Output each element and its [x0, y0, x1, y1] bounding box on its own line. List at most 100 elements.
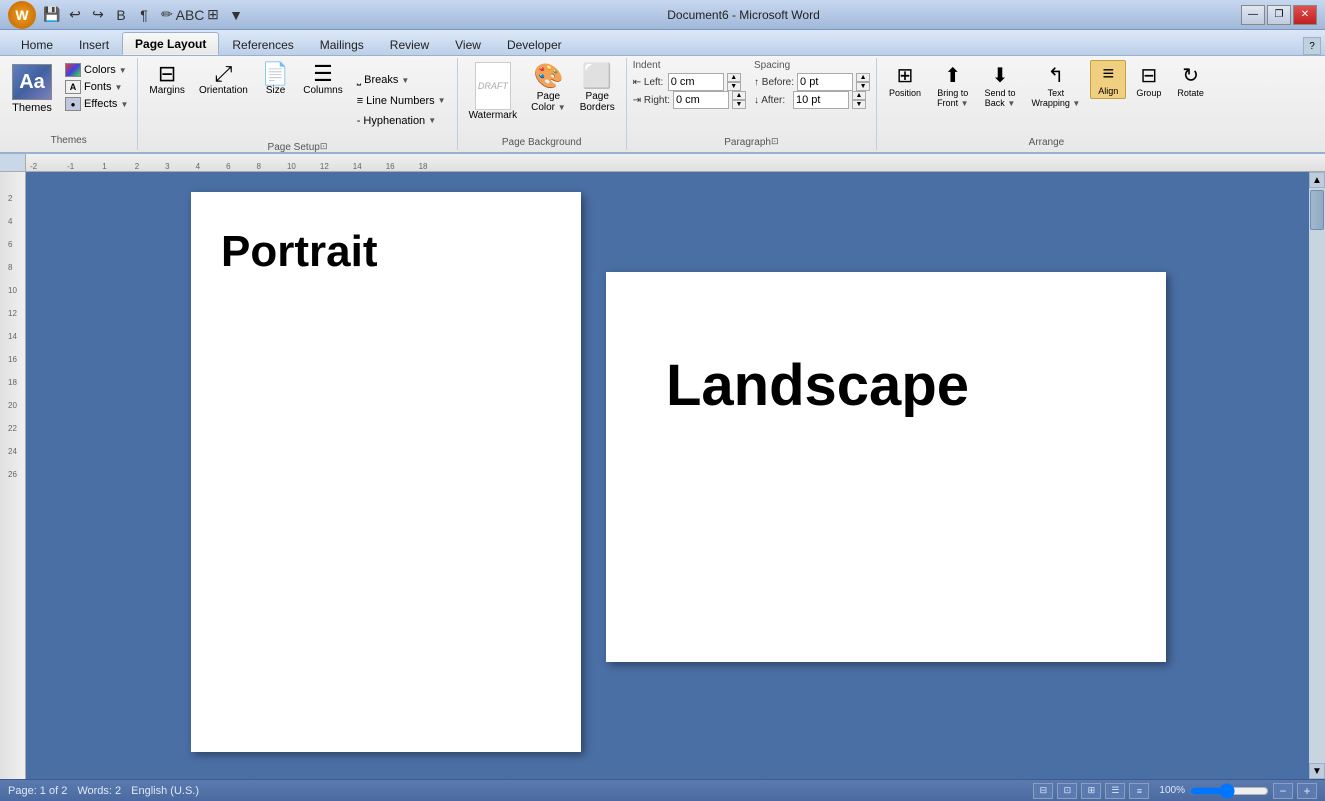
pen-qa-button[interactable]: ✏: [157, 5, 177, 25]
margins-button[interactable]: ⊟ Margins: [144, 60, 190, 99]
page-setup-expand[interactable]: ⊡: [320, 141, 328, 152]
align-button[interactable]: ≡ Align: [1090, 60, 1126, 99]
spacing-before-spinner[interactable]: ▲ ▼: [856, 73, 870, 91]
maximize-button[interactable]: ❐: [1267, 5, 1291, 25]
paragraph-expand[interactable]: ⊡: [771, 136, 779, 147]
tab-developer[interactable]: Developer: [494, 33, 575, 55]
send-to-back-button[interactable]: ⬇ Send toBack ▼: [979, 60, 1022, 111]
page-background-group-label: Page Background: [502, 135, 582, 148]
draft-button[interactable]: ≡: [1129, 783, 1149, 799]
hyphenation-button[interactable]: - Hyphenation ▼: [352, 112, 451, 130]
landscape-text: Landscape: [666, 352, 969, 419]
rotate-icon: ↻: [1182, 63, 1199, 88]
spacing-after-spinner[interactable]: ▲ ▼: [852, 91, 866, 109]
zoom-out-button[interactable]: −: [1273, 783, 1293, 799]
undo-button[interactable]: ↩: [65, 5, 85, 25]
group-button[interactable]: ⊟ Group: [1130, 60, 1167, 101]
portrait-text: Portrait: [221, 227, 377, 277]
tab-view[interactable]: View: [442, 33, 494, 55]
ribbon-group-themes: Aa Themes Colors ▼ A Fonts ▼ ● Effects: [0, 58, 138, 150]
text-wrapping-button[interactable]: ↰ TextWrapping ▼: [1026, 60, 1087, 111]
status-bar: Page: 1 of 2 Words: 2 English (U.S.) ⊟ ⊡…: [0, 779, 1325, 801]
send-to-back-icon: ⬇: [992, 63, 1009, 88]
document-canvas: Portrait Landscape: [26, 172, 1309, 779]
web-layout-button[interactable]: ⊞: [1081, 783, 1101, 799]
custom-qa-dropdown[interactable]: ▼: [226, 5, 246, 25]
zoom-in-button[interactable]: +: [1297, 783, 1317, 799]
page-borders-icon: ⬜: [582, 62, 612, 91]
watermark-button[interactable]: DRAFT Watermark: [464, 60, 523, 123]
arrange-buttons: ⊞ Position ⬆ Bring toFront ▼ ⬇ Send toBa…: [883, 60, 1210, 135]
colors-button[interactable]: Colors ▼: [62, 62, 131, 78]
abc-qa-button[interactable]: ABC: [180, 5, 200, 25]
position-button[interactable]: ⊞ Position: [883, 60, 927, 101]
size-icon: 📄: [262, 63, 289, 85]
indent-left-input[interactable]: 0 cm: [668, 73, 724, 91]
bold-qa-button[interactable]: B: [111, 5, 131, 25]
indent-right-icon: ⇥ Right:: [633, 95, 670, 106]
scroll-thumb[interactable]: [1310, 190, 1324, 230]
office-button[interactable]: W: [8, 1, 36, 29]
effects-button[interactable]: ● Effects ▼: [62, 96, 131, 112]
orientation-icon: ⤢: [215, 63, 233, 85]
size-button[interactable]: 📄 Size: [257, 60, 294, 99]
indent-left-spinner[interactable]: ▲ ▼: [727, 73, 741, 91]
indent-right-up[interactable]: ▲: [732, 91, 746, 100]
tab-references[interactable]: References: [219, 33, 306, 55]
full-screen-button[interactable]: ⊡: [1057, 783, 1077, 799]
indent-right-down[interactable]: ▼: [732, 100, 746, 109]
rotate-button[interactable]: ↻ Rotate: [1171, 60, 1210, 101]
window-title: Document6 - Microsoft Word: [246, 8, 1241, 22]
text-wrapping-icon: ↰: [1048, 63, 1065, 88]
spacing-after-input[interactable]: 10 pt: [793, 91, 849, 109]
save-button[interactable]: 💾: [42, 5, 62, 25]
line-numbers-button[interactable]: ≡ Line Numbers ▼: [352, 92, 451, 110]
spacing-before-input[interactable]: 0 pt: [797, 73, 853, 91]
spacing-after-down[interactable]: ▼: [852, 100, 866, 109]
tab-review[interactable]: Review: [377, 33, 442, 55]
zoom-label: 100%: [1159, 785, 1185, 796]
print-layout-button[interactable]: ⊟: [1033, 783, 1053, 799]
scroll-down-button[interactable]: ▼: [1309, 763, 1325, 779]
minimize-button[interactable]: —: [1241, 5, 1265, 25]
indent-right-row: ⇥ Right: 0 cm ▲ ▼: [633, 91, 746, 109]
ribbon: Aa Themes Colors ▼ A Fonts ▼ ● Effects: [0, 56, 1325, 154]
view-controls: ⊟ ⊡ ⊞ ☰ ≡ 100% − +: [1033, 783, 1317, 799]
orientation-button[interactable]: ⤢ Orientation: [194, 60, 253, 99]
tab-insert[interactable]: Insert: [66, 33, 122, 55]
ribbon-group-paragraph: Indent ⇤ Left: 0 cm ▲ ▼ ⇥ Right: 0 cm ▲ …: [627, 58, 877, 150]
spacing-before-down[interactable]: ▼: [856, 82, 870, 91]
ribbon-group-page-setup: ⊟ Margins ⤢ Orientation 📄 Size ☰ Columns: [138, 58, 457, 150]
scroll-up-button[interactable]: ▲: [1309, 172, 1325, 188]
page-color-button[interactable]: 🎨 PageColor ▼: [526, 60, 571, 115]
breaks-button[interactable]: ⎵ Breaks ▼: [352, 71, 451, 90]
spacing-before-up[interactable]: ▲: [856, 73, 870, 82]
ribbon-help-button[interactable]: ?: [1303, 37, 1321, 55]
paragraph-controls: Indent ⇤ Left: 0 cm ▲ ▼ ⇥ Right: 0 cm ▲ …: [633, 60, 870, 135]
page-borders-button[interactable]: ⬜ PageBorders: [575, 60, 620, 115]
indent-right-input[interactable]: 0 cm: [673, 91, 729, 109]
page-color-icon: 🎨: [533, 62, 563, 91]
bring-to-front-button[interactable]: ⬆ Bring toFront ▼: [931, 60, 974, 111]
indent-right-spinner[interactable]: ▲ ▼: [732, 91, 746, 109]
redo-button[interactable]: ↪: [88, 5, 108, 25]
paragraph-qa-button[interactable]: ¶: [134, 5, 154, 25]
colors-icon: [65, 63, 81, 77]
spacing-after-up[interactable]: ▲: [852, 91, 866, 100]
grid-qa-button[interactable]: ⊞: [203, 5, 223, 25]
columns-button[interactable]: ☰ Columns: [298, 60, 347, 99]
line-numbers-icon: ≡: [357, 95, 363, 107]
themes-button[interactable]: Aa Themes: [6, 62, 58, 116]
ribbon-group-arrange: ⊞ Position ⬆ Bring toFront ▼ ⬇ Send toBa…: [877, 58, 1216, 150]
close-button[interactable]: ✕: [1293, 5, 1317, 25]
fonts-button[interactable]: A Fonts ▼: [62, 79, 131, 95]
zoom-slider[interactable]: [1189, 785, 1269, 797]
indent-left-up[interactable]: ▲: [727, 73, 741, 82]
fonts-icon: A: [65, 80, 81, 94]
tab-home[interactable]: Home: [8, 33, 66, 55]
tab-page-layout[interactable]: Page Layout: [122, 32, 219, 55]
tab-mailings[interactable]: Mailings: [307, 33, 377, 55]
outline-button[interactable]: ☰: [1105, 783, 1125, 799]
themes-group-label: Themes: [51, 133, 87, 146]
indent-left-down[interactable]: ▼: [727, 82, 741, 91]
